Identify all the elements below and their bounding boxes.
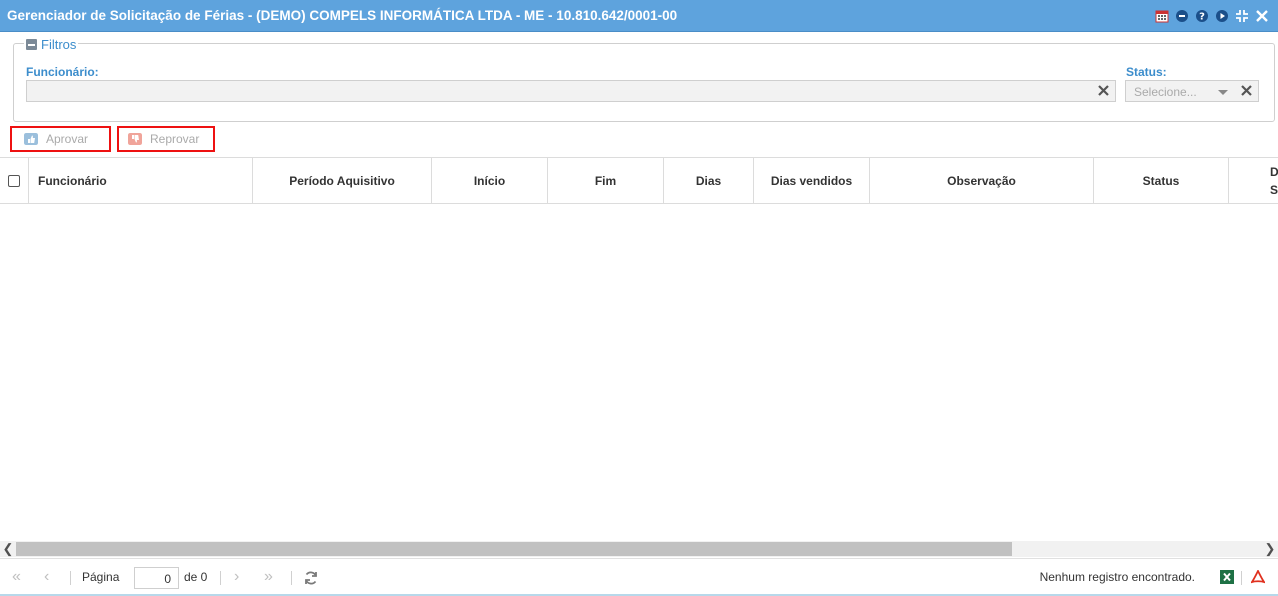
filters-title: Filtros [41,37,77,52]
column-header-days[interactable]: Dias [664,158,754,203]
column-header-status[interactable]: Status [1094,158,1229,203]
reject-button[interactable]: Reprovar [119,128,213,150]
scrollbar-thumb[interactable] [16,542,1012,556]
first-page-icon[interactable]: « [12,569,21,585]
column-header-acquisition-period[interactable]: Período Aquisitivo [253,158,432,203]
calendar-icon[interactable] [1154,8,1170,24]
minimize-icon[interactable] [1174,8,1190,24]
clear-employee-icon[interactable] [1097,84,1110,97]
separator [1241,571,1242,585]
select-all-cell [0,158,29,203]
last-page-icon[interactable]: » [264,569,273,585]
play-icon[interactable] [1214,8,1230,24]
window-tools: ? [1154,8,1270,24]
collapse-icon[interactable] [1234,8,1250,24]
previous-page-icon[interactable]: ‹ [44,569,49,585]
window-title: Gerenciador de Solicitação de Férias - (… [7,8,678,23]
separator [70,571,71,585]
select-all-checkbox[interactable] [8,174,20,187]
page-label: Página [82,570,120,584]
svg-text:?: ? [1199,12,1205,23]
thumbs-down-icon [128,133,142,145]
grid-header: Funcionário Período Aquisitivo Início Fi… [0,157,1278,204]
window-titlebar: Gerenciador de Solicitação de Férias - (… [0,0,1278,32]
pdf-export-icon[interactable] [1251,570,1265,584]
status-select[interactable]: Selecione... [1125,80,1259,102]
separator [291,571,292,585]
next-page-icon[interactable]: › [234,569,239,585]
horizontal-scrollbar[interactable]: ❮ ❯ [0,541,1278,557]
excel-export-icon[interactable] [1220,570,1234,584]
scroll-right-icon[interactable]: ❯ [1262,541,1278,557]
help-icon[interactable]: ? [1194,8,1210,24]
grid-body [0,204,1278,541]
column-header-observation[interactable]: Observação [870,158,1094,203]
status-placeholder: Selecione... [1134,85,1197,99]
approve-button[interactable]: Aprovar [12,128,109,150]
clear-status-icon[interactable] [1240,84,1253,97]
status-label: Status: [1126,65,1167,79]
employee-label: Funcionário: [26,65,99,79]
reject-button-highlight: Reprovar [117,126,215,152]
close-icon[interactable] [1254,8,1270,24]
approve-button-highlight: Aprovar [10,126,111,152]
refresh-icon[interactable] [303,570,319,586]
scroll-left-icon[interactable]: ❮ [0,541,16,557]
column-header-employee[interactable]: Funcionário [29,158,253,203]
employee-field[interactable] [26,80,1116,102]
column-header-end[interactable]: Fim [548,158,664,203]
page-input[interactable]: 0 [134,567,179,589]
column-header-start[interactable]: Início [432,158,548,203]
page-total: de 0 [184,570,208,584]
thumbs-up-icon [24,133,38,145]
separator [220,571,221,585]
approve-label: Aprovar [46,132,89,146]
pagination-bar: « ‹ Página 0 de 0 › » Nenhum registro en… [0,558,1278,594]
chevron-down-icon[interactable] [1218,90,1228,95]
collapse-toggle-icon[interactable] [26,39,37,50]
filters-legend[interactable]: Filtros [24,37,79,52]
pager-status-message: Nenhum registro encontrado. [1039,570,1195,584]
column-header-truncated[interactable]: D S [1229,158,1278,203]
reject-label: Reprovar [150,132,200,146]
column-header-days-sold[interactable]: Dias vendidos [754,158,870,203]
